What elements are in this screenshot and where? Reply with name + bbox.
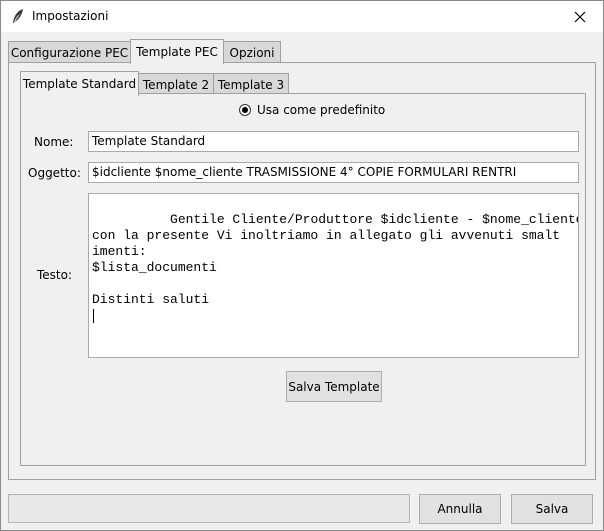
window-title: Impostazioni xyxy=(32,9,109,23)
template-standard-pane: Usa come predefinito Nome: Template Stan… xyxy=(20,93,586,466)
tab-template-2[interactable]: Template 2 xyxy=(138,73,214,95)
cancel-button[interactable]: Annulla xyxy=(419,494,501,524)
status-bar xyxy=(8,494,410,523)
save-template-button[interactable]: Salva Template xyxy=(286,371,382,402)
save-button[interactable]: Salva xyxy=(511,494,593,524)
body-label: Testo: xyxy=(37,268,73,282)
default-radio[interactable] xyxy=(239,104,251,116)
default-radio-label: Usa come predefinito xyxy=(257,103,386,117)
default-radio-row[interactable]: Usa come predefinito xyxy=(239,103,385,117)
body-textarea[interactable]: Gentile Cliente/Produttore $idcliente - … xyxy=(88,193,579,358)
tab-template-standard[interactable]: Template Standard xyxy=(20,71,139,96)
tab-template-3[interactable]: Template 3 xyxy=(213,73,289,95)
name-label: Nome: xyxy=(34,135,74,149)
dialog-client-area: Configurazione PEC Template PEC Opzioni … xyxy=(1,32,603,530)
subject-input[interactable]: $idcliente $nome_cliente TRASMISSIONE 4°… xyxy=(88,162,579,183)
text-caret xyxy=(93,309,94,323)
close-button[interactable] xyxy=(557,1,603,32)
tab-opzioni[interactable]: Opzioni xyxy=(223,41,281,63)
tab-configurazione-pec[interactable]: Configurazione PEC xyxy=(8,41,131,63)
tab-template-pec[interactable]: Template PEC xyxy=(130,39,224,64)
title-bar: Impostazioni xyxy=(1,1,603,32)
feather-icon xyxy=(11,8,25,24)
close-icon xyxy=(574,11,586,22)
subject-label: Oggetto: xyxy=(28,166,81,180)
template-pec-pane: Template Standard Template 2 Template 3 … xyxy=(8,62,596,480)
name-input[interactable]: Template Standard xyxy=(88,131,579,152)
settings-window: Impostazioni Configurazione PEC Template… xyxy=(0,0,604,531)
body-text: Gentile Cliente/Produttore $idcliente - … xyxy=(92,212,578,307)
